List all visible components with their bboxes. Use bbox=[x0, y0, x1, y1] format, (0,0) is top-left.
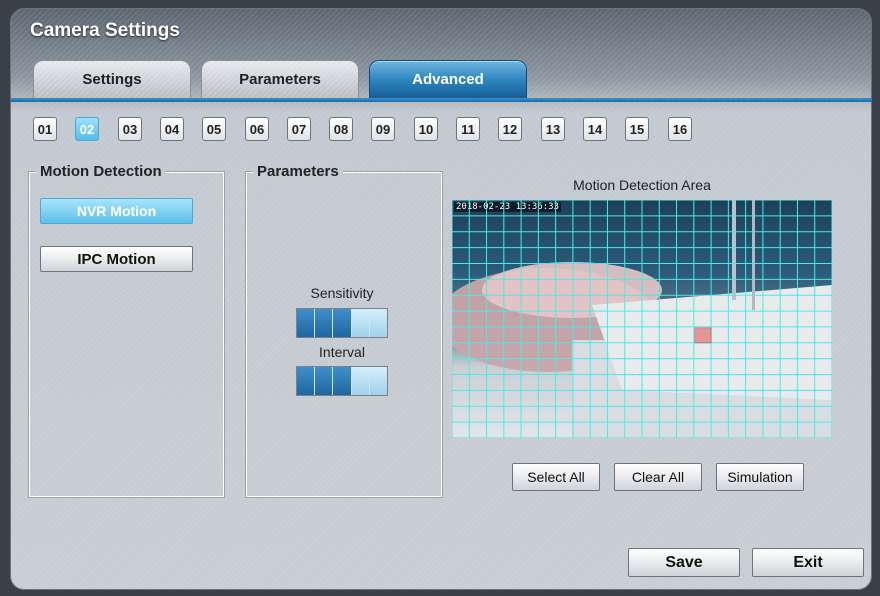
sens-slider-segment[interactable] bbox=[351, 309, 370, 337]
camera-channel-04-button[interactable]: 04 bbox=[160, 117, 184, 141]
clear-all-button[interactable]: Clear All bbox=[614, 463, 702, 491]
interval-slider[interactable] bbox=[296, 366, 388, 396]
grid-cell-selected bbox=[694, 327, 712, 344]
tab-advanced[interactable]: Advanced bbox=[369, 60, 527, 98]
tab-settings[interactable]: Settings bbox=[33, 60, 191, 98]
camera-channel-11-button[interactable]: 11 bbox=[456, 117, 480, 141]
sens-slider-segment[interactable] bbox=[297, 309, 316, 337]
clear-all-label: Clear All bbox=[631, 469, 685, 485]
exit-label: Exit bbox=[793, 553, 823, 571]
motion-area-title: Motion Detection Area bbox=[573, 177, 711, 193]
sens-slider-segment[interactable] bbox=[333, 309, 352, 337]
int-slider-segment[interactable] bbox=[333, 367, 352, 395]
tab-advanced-label: Advanced bbox=[412, 71, 484, 88]
tab-parameters-label: Parameters bbox=[239, 71, 321, 88]
camera-channel-03-button[interactable]: 03 bbox=[118, 117, 142, 141]
camera-channel-08-button[interactable]: 08 bbox=[329, 117, 353, 141]
int-slider-segment[interactable] bbox=[369, 367, 388, 395]
camera-channel-05-button[interactable]: 05 bbox=[202, 117, 226, 141]
int-slider-segment[interactable] bbox=[297, 367, 316, 395]
camera-channel-09-button[interactable]: 09 bbox=[371, 117, 395, 141]
int-slider-segment[interactable] bbox=[351, 367, 370, 395]
camera-channel-15-button[interactable]: 15 bbox=[625, 117, 649, 141]
sens-slider-segment[interactable] bbox=[315, 309, 334, 337]
camera-channel-14-button[interactable]: 14 bbox=[583, 117, 607, 141]
tab-settings-label: Settings bbox=[82, 71, 142, 88]
camera-channel-01-button[interactable]: 01 bbox=[33, 117, 57, 141]
nvr-motion-label: NVR Motion bbox=[76, 203, 157, 219]
tab-underline bbox=[10, 98, 872, 102]
motion-grid[interactable] bbox=[452, 200, 832, 438]
camera-channel-07-button[interactable]: 07 bbox=[287, 117, 311, 141]
camera-channel-10-button[interactable]: 10 bbox=[414, 117, 438, 141]
select-all-button[interactable]: Select All bbox=[512, 463, 600, 491]
exit-button[interactable]: Exit bbox=[752, 548, 864, 577]
camera-channel-06-button[interactable]: 06 bbox=[245, 117, 269, 141]
interval-label: Interval bbox=[319, 344, 365, 360]
camera-channel-12-button[interactable]: 12 bbox=[498, 117, 522, 141]
simulation-button[interactable]: Simulation bbox=[716, 463, 804, 491]
save-button[interactable]: Save bbox=[628, 548, 740, 577]
sensitivity-slider[interactable] bbox=[296, 308, 388, 338]
ipc-motion-button[interactable]: IPC Motion bbox=[40, 246, 193, 272]
parameters-title: Parameters bbox=[253, 163, 343, 180]
camera-channel-16-button[interactable]: 16 bbox=[668, 117, 692, 141]
camera-channel-13-button[interactable]: 13 bbox=[541, 117, 565, 141]
tab-parameters[interactable]: Parameters bbox=[201, 60, 359, 98]
select-all-label: Select All bbox=[527, 469, 585, 485]
save-label: Save bbox=[665, 553, 703, 571]
window-title: Camera Settings bbox=[30, 20, 180, 41]
camera-channel-02-button[interactable]: 02 bbox=[75, 117, 99, 141]
sens-slider-segment[interactable] bbox=[369, 309, 388, 337]
simulation-label: Simulation bbox=[727, 469, 793, 485]
ipc-motion-label: IPC Motion bbox=[77, 250, 156, 268]
motion-detection-title: Motion Detection bbox=[36, 163, 166, 180]
motion-detection-area[interactable]: 2018-02-23 13:36:33 bbox=[452, 200, 832, 438]
int-slider-segment[interactable] bbox=[315, 367, 334, 395]
nvr-motion-button[interactable]: NVR Motion bbox=[40, 198, 193, 224]
sensitivity-label: Sensitivity bbox=[310, 285, 374, 301]
